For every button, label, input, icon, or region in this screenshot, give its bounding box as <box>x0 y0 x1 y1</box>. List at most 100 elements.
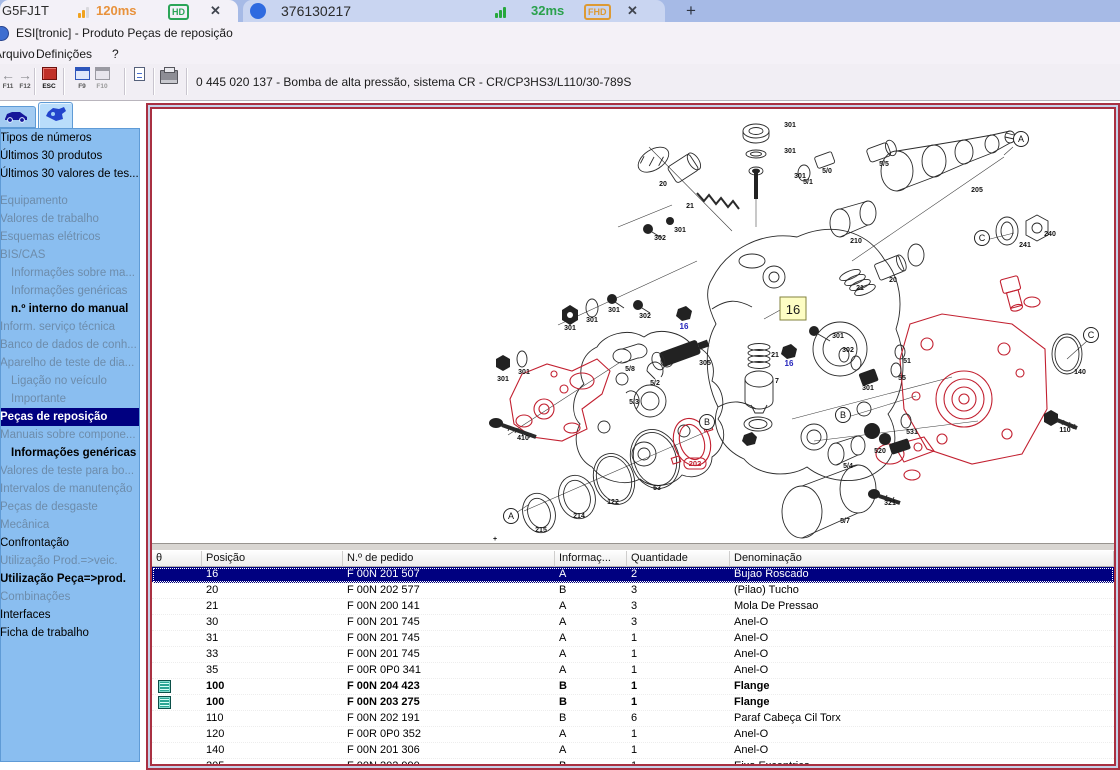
table-row[interactable]: 20F 00N 202 577B3(Pilao) Tucho <box>152 583 1114 599</box>
new-tab-button[interactable]: + <box>686 0 696 22</box>
diagram-callout: 5/0 <box>822 168 832 175</box>
table-row[interactable]: 205F 00N 202 990B1Eixo Excentrico <box>152 759 1114 766</box>
avatar <box>250 3 266 19</box>
tab1-title: G5FJ1T <box>2 0 49 22</box>
sidebar-item[interactable]: Ficha de trabalho <box>0 624 139 642</box>
stream-tab-1[interactable]: G5FJ1T 120ms HD ✕ <box>0 0 238 22</box>
table-cell: Flange <box>730 695 1114 710</box>
diagram-callout: 301 <box>564 325 576 332</box>
sidebar-item[interactable]: n.º interno do manual <box>0 300 139 318</box>
table-cell: A <box>555 663 627 678</box>
column-header[interactable]: θ <box>152 551 202 567</box>
table-cell: B <box>555 759 627 766</box>
sidebar-item: Intervalos de manutenção <box>0 480 139 498</box>
menu-definicoes[interactable]: Definições <box>32 44 96 64</box>
row-icon-cell <box>152 615 202 630</box>
f10-button[interactable]: F10 <box>89 67 115 90</box>
table-row[interactable]: 140F 00N 201 306A1Anel-O <box>152 743 1114 759</box>
sidebar-item[interactable]: Utilização Peça=>prod. <box>0 570 139 588</box>
diagram-callout: 214 <box>573 513 585 520</box>
diagram-callout: + <box>493 536 497 543</box>
column-header[interactable]: N.º de pedido <box>343 551 555 567</box>
print-button[interactable] <box>156 70 182 87</box>
diagram-callout: 21 <box>686 203 694 210</box>
sidebar-item[interactable]: Informações genéricas <box>0 444 139 462</box>
table-cell: 100 <box>202 695 343 710</box>
tab2-close-icon[interactable]: ✕ <box>627 0 638 22</box>
sidebar-item[interactable]: Tipos de números <box>0 129 139 147</box>
column-header[interactable]: Informaç... <box>555 551 627 567</box>
diagram-callout: 301 <box>832 333 844 340</box>
table-row[interactable]: 30F 00N 201 745A3Anel-O <box>152 615 1114 631</box>
diagram-callout: 5/3 <box>629 399 639 406</box>
parts-table-header: θPosiçãoN.º de pedidoInformaç...Quantida… <box>152 551 1114 567</box>
document-button[interactable] <box>126 67 152 84</box>
table-row[interactable]: 31F 00N 201 745A1Anel-O <box>152 631 1114 647</box>
diagram-callout: 16 <box>785 359 794 368</box>
diagram-callout: 5/1 <box>803 179 813 186</box>
table-cell: 16 <box>202 567 343 582</box>
diagram-callout: 215 <box>535 527 547 534</box>
toolbar-separator <box>186 68 187 95</box>
diagram-callout: 302 <box>842 347 854 354</box>
table-cell: 31 <box>202 631 343 646</box>
table-cell: Anel-O <box>730 631 1114 646</box>
sidebar-item[interactable]: Interfaces <box>0 606 139 624</box>
table-row[interactable]: 110F 00N 202 191B6Paraf Cabeça Cil Torx <box>152 711 1114 727</box>
table-row[interactable]: 35F 00R 0P0 341A1Anel-O <box>152 663 1114 679</box>
table-cell: 120 <box>202 727 343 742</box>
table-row[interactable]: 33F 00N 201 745A1Anel-O <box>152 647 1114 663</box>
sidebar-item[interactable]: Peças de reposição <box>0 408 139 426</box>
table-cell: F 00N 201 306 <box>343 743 555 758</box>
diagram-callout: 301 <box>586 317 598 324</box>
table-cell: Anel-O <box>730 647 1114 662</box>
exploded-parts-diagram[interactable]: 3013013012021302301301301301302301301410… <box>152 109 1114 543</box>
table-row[interactable]: 120F 00R 0P0 352A1Anel-O <box>152 727 1114 743</box>
table-cell: A <box>555 599 627 614</box>
tab2-latency: 32ms <box>531 0 564 22</box>
sidebar-item[interactable]: Confrontação <box>0 534 139 552</box>
pane-splitter[interactable] <box>152 543 1114 551</box>
content-frame-inner: 3013013012021302301301301301302301301410… <box>150 107 1116 766</box>
sidebar-item: Esquemas elétricos <box>0 228 139 246</box>
column-header[interactable]: Quantidade <box>627 551 730 567</box>
sidebar-tab-vehicle[interactable] <box>0 106 36 128</box>
column-header[interactable]: Denominação <box>730 551 1114 567</box>
menu-bar <box>0 44 1120 64</box>
table-cell: F 00N 201 745 <box>343 647 555 662</box>
stream-tab-2[interactable]: 376130217 32ms FHD ✕ <box>243 0 665 22</box>
toolbar-separator <box>63 68 64 95</box>
table-row[interactable]: 100F 00N 204 423B1Flange <box>152 679 1114 695</box>
row-icon-cell <box>152 631 202 646</box>
parts-table-body: 16F 00N 201 507A2Bujao Roscado20F 00N 20… <box>152 567 1114 766</box>
pump-component-icon <box>44 106 68 122</box>
row-icon-cell <box>152 567 202 582</box>
table-cell: 100 <box>202 679 343 694</box>
diagram-callout: 16 <box>786 302 800 317</box>
diagram-callout: 302 <box>654 235 666 242</box>
table-row[interactable]: 16F 00N 201 507A2Bujao Roscado <box>152 567 1114 583</box>
sidebar-item: Utilização Prod.=>veic. <box>0 552 139 570</box>
esc-button[interactable]: ESC <box>36 67 62 90</box>
table-cell: F 00R 0P0 352 <box>343 727 555 742</box>
column-header[interactable]: Posição <box>202 551 343 567</box>
table-row[interactable]: 21F 00N 200 141A3Mola De Pressao <box>152 599 1114 615</box>
table-cell: A <box>555 743 627 758</box>
tab1-close-icon[interactable]: ✕ <box>210 0 221 22</box>
table-cell: Mola De Pressao <box>730 599 1114 614</box>
table-cell: A <box>555 727 627 742</box>
table-cell: Anel-O <box>730 615 1114 630</box>
diagram-callout: 240 <box>1044 231 1056 238</box>
toolbar-separator <box>34 68 35 95</box>
diagram-callout: 321 <box>884 500 896 507</box>
sidebar-item[interactable]: Últimos 30 valores de tes... <box>0 165 139 183</box>
sidebar-tab-component[interactable] <box>38 102 73 129</box>
table-row[interactable]: 100F 00N 203 275B1Flange <box>152 695 1114 711</box>
diagram-callout: 301 <box>862 385 874 392</box>
diagram-callout: 241 <box>1019 242 1031 249</box>
menu-help[interactable]: ? <box>108 44 123 64</box>
sidebar-item[interactable]: Últimos 30 produtos <box>0 147 139 165</box>
hd-badge: HD <box>168 4 189 20</box>
diagram-callout: 20 <box>659 181 667 188</box>
table-cell: 1 <box>627 631 730 646</box>
